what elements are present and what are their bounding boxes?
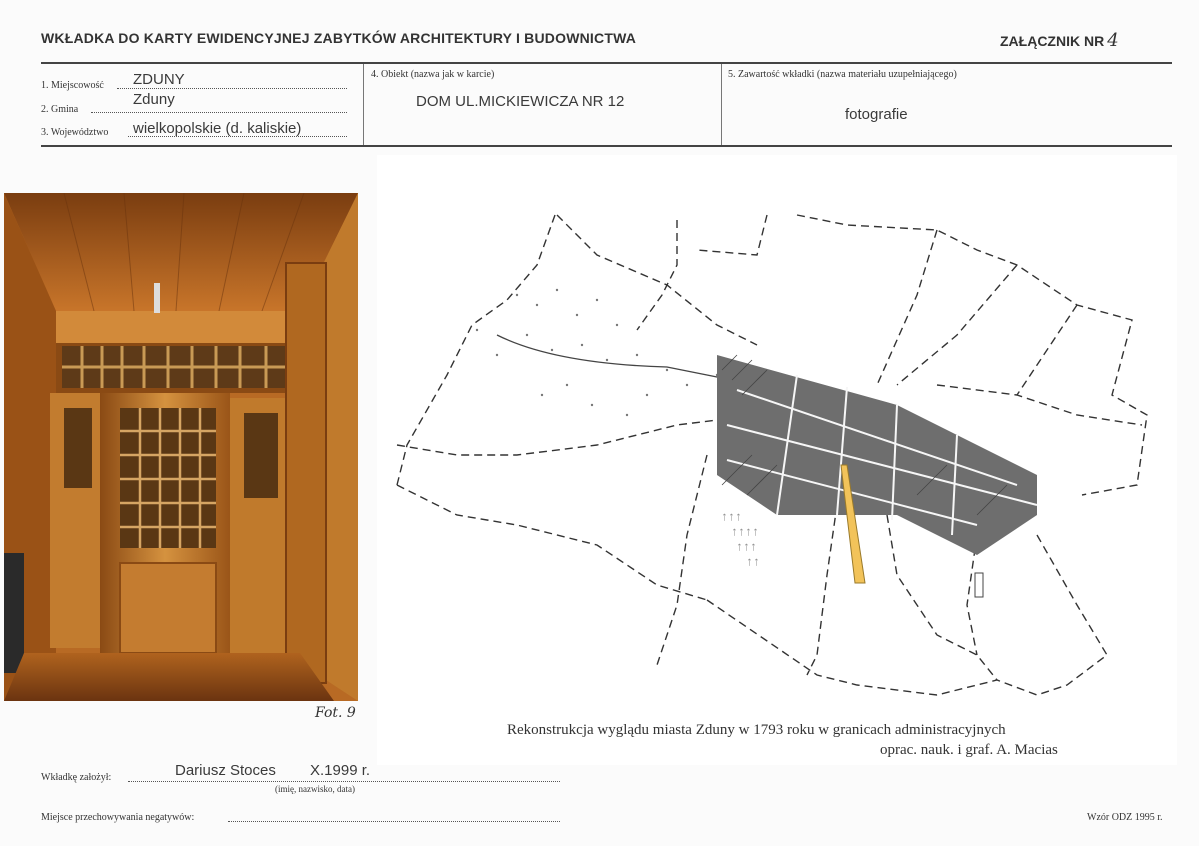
object-label: 4. Obiekt (nazwa jak w karcie) [371, 69, 495, 80]
svg-text:ᛏ ᛏ ᛏ: ᛏ ᛏ ᛏ [737, 543, 756, 552]
annex-number: 4 [1107, 30, 1119, 51]
contents-value: fotografie [845, 106, 908, 123]
object-value: DOM UL.MICKIEWICZA NR 12 [416, 93, 625, 110]
contents-label: 5. Zawartość wkładki (nazwa materiału uz… [728, 69, 957, 80]
voivodeship-label: 3. Województwo [41, 127, 109, 138]
commune-dots [91, 112, 347, 113]
form-id: Wzór ODZ 1995 r. [1087, 812, 1163, 823]
founder-date: X.1999 r. [310, 762, 371, 779]
locality-value: ZDUNY [133, 71, 185, 88]
locality-dots [117, 88, 347, 89]
annex-number-label: ZAŁĄCZNIK NR 4 [1000, 30, 1119, 51]
svg-text:ᛏ ᛏ: ᛏ ᛏ [747, 558, 759, 567]
commune-label: 2. Gmina [41, 104, 79, 115]
founder-label: Wkładkę założył: [41, 772, 112, 783]
commune-value: Zduny [133, 91, 175, 108]
founder-hint: (imię, nazwisko, data) [275, 784, 355, 794]
voivodeship-value: wielkopolskie (d. kaliskie) [133, 120, 302, 137]
locality-label: 1. Miejscowość [41, 80, 104, 91]
svg-text:ᛏ ᛏ ᛏ: ᛏ ᛏ ᛏ [722, 513, 741, 522]
annex-label: ZAŁĄCZNIK NR [1000, 33, 1105, 49]
fields-bottom-rule [41, 145, 1172, 147]
top-rule [41, 62, 1172, 64]
form-title: WKŁADKA DO KARTY EWIDENCYJNEJ ZABYTKÓW A… [41, 30, 637, 46]
photo-number-annotation: Fot. 9 [315, 705, 356, 721]
founder-dots [128, 781, 560, 782]
founder-name: Dariusz Stoces [175, 762, 276, 779]
negatives-label: Miejsce przechowywania negatywów: [41, 812, 195, 823]
interior-photo [4, 193, 358, 701]
map-caption-line1: Rekonstrukcja wyglądu miasta Zduny w 179… [507, 722, 1006, 738]
negatives-dots [228, 821, 560, 822]
column-divider-1 [363, 64, 364, 145]
svg-text:ᛏ ᛏ ᛏ ᛏ: ᛏ ᛏ ᛏ ᛏ [732, 528, 758, 537]
map-caption-line2: oprac. nauk. i graf. A. Macias [880, 742, 1058, 758]
historical-map: ᛏ ᛏ ᛏ ᛏ ᛏ ᛏ ᛏ ᛏ ᛏ ᛏ ᛏ ᛏ [377, 155, 1177, 765]
column-divider-2 [721, 64, 722, 145]
